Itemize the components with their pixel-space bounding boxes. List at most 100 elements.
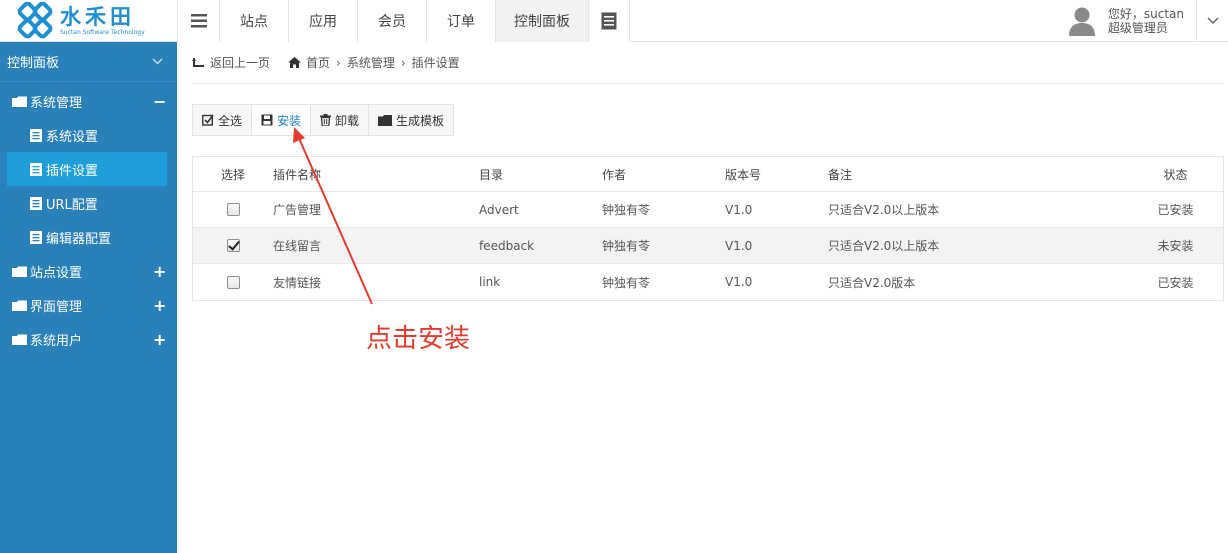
uninstall-button[interactable]: 卸载 <box>311 105 370 135</box>
logo-subtitle: Suctan Software Technology <box>60 29 145 36</box>
sidebar-group-label: 界面管理 <box>30 299 83 315</box>
logo-mark-icon <box>17 2 53 39</box>
plugin-status: 已安装 <box>1157 203 1194 217</box>
sidebar-group-site[interactable]: 站点设置 + <box>0 254 177 288</box>
col-header-status: 状态 <box>1163 167 1188 182</box>
main-content: 返回上一页 首页 › 系统管理 › 插件设置 全选 安装 卸载 生成模板 选择 <box>177 42 1228 553</box>
plugin-name: 在线留言 <box>273 239 322 253</box>
sidebar-group-system[interactable]: 系统管理 − <box>0 84 177 118</box>
top-nav: 站点 应用 会员 订单 控制面板 <box>177 0 630 42</box>
annotation-text: 点击安装 <box>366 324 471 354</box>
top-header: 水禾田 Suctan Software Technology 站点 应用 会员 … <box>0 0 1228 42</box>
row-checkbox[interactable] <box>226 203 240 216</box>
col-header-version: 版本号 <box>725 167 762 182</box>
col-header-dir: 目录 <box>479 167 504 182</box>
nav-tab-apps[interactable]: 应用 <box>288 0 357 42</box>
plugin-note: 只适合V2.0以上版本 <box>828 203 940 217</box>
list-icon <box>601 12 617 30</box>
sidebar-item-system-settings[interactable]: 系统设置 <box>0 118 177 152</box>
user-dropdown-button[interactable] <box>1196 0 1228 42</box>
col-header-author: 作者 <box>602 167 627 182</box>
sidebar-item-label: URL配置 <box>46 197 98 213</box>
folder-icon <box>12 96 27 107</box>
generate-template-button[interactable]: 生成模板 <box>369 105 453 135</box>
install-label: 安装 <box>277 113 302 128</box>
user-avatar-icon <box>1068 7 1095 36</box>
nav-tab-orders[interactable]: 订单 <box>426 0 495 42</box>
expand-icon: + <box>153 329 167 349</box>
col-header-note: 备注 <box>828 167 853 182</box>
plugin-note: 只适合V2.0版本 <box>828 275 916 290</box>
generate-template-label: 生成模板 <box>396 113 445 128</box>
plugin-name: 广告管理 <box>273 203 322 217</box>
nav-tab-control-panel[interactable]: 控制面板 <box>495 0 588 42</box>
checkbox-icon <box>202 114 214 126</box>
plugin-name: 友情链接 <box>273 275 322 290</box>
sidebar-item-label: 系统设置 <box>46 129 99 145</box>
table-header-row: 选择 插件名称 目录 作者 版本号 备注 状态 <box>193 157 1223 192</box>
nav-list-button[interactable] <box>588 0 630 42</box>
plugin-author: 钟独有苓 <box>602 275 651 290</box>
user-role: 超级管理员 <box>1107 21 1168 35</box>
back-link[interactable]: 返回上一页 <box>192 54 270 71</box>
plugin-note: 只适合V2.0以上版本 <box>828 239 940 253</box>
table-row[interactable]: 友情链接 link 钟独有苓 V1.0 只适合V2.0版本 已安装 <box>193 264 1223 300</box>
sidebar-item-editor-config[interactable]: 编辑器配置 <box>0 220 177 254</box>
select-all-label: 全选 <box>218 113 243 128</box>
breadcrumb-system[interactable]: 系统管理 <box>347 54 395 71</box>
breadcrumb-home[interactable]: 首页 <box>288 54 330 71</box>
logo-title: 水禾田 <box>60 5 135 29</box>
table-row[interactable]: 在线留言 feedback 钟独有苓 V1.0 只适合V2.0以上版本 未安装 <box>193 228 1223 264</box>
folder-icon <box>12 334 27 345</box>
table-row[interactable]: 广告管理 Advert 钟独有苓 V1.0 只适合V2.0以上版本 已安装 <box>193 192 1223 228</box>
expand-icon: + <box>153 261 167 281</box>
row-checkbox[interactable] <box>226 239 240 252</box>
col-header-name: 插件名称 <box>273 167 322 182</box>
plugin-table: 选择 插件名称 目录 作者 版本号 备注 状态 广告管理 Advert 钟独有苓… <box>192 156 1224 301</box>
menu-toggle-button[interactable] <box>177 0 219 42</box>
plugin-dir: Advert <box>479 202 519 217</box>
sidebar-item-url-config[interactable]: URL配置 <box>0 186 177 220</box>
select-all-button[interactable]: 全选 <box>193 105 253 135</box>
breadcrumb-separator: › <box>336 55 341 70</box>
user-greeting: 您好，suctan <box>1107 7 1184 21</box>
document-icon <box>30 162 42 176</box>
return-icon <box>192 57 204 67</box>
folder-icon <box>12 300 27 311</box>
breadcrumb: 返回上一页 首页 › 系统管理 › 插件设置 <box>192 42 1223 84</box>
document-icon <box>30 128 42 142</box>
breadcrumb-label: 首页 <box>306 56 331 70</box>
plugin-status: 未安装 <box>1157 239 1194 253</box>
uninstall-label: 卸载 <box>335 113 360 128</box>
breadcrumb-current: 插件设置 <box>411 56 460 70</box>
plugin-dir: link <box>479 275 501 289</box>
sidebar-group-users[interactable]: 系统用户 + <box>0 322 177 356</box>
plugin-status: 已安装 <box>1157 275 1194 290</box>
sidebar-item-plugin-settings[interactable]: 插件设置 <box>7 152 167 186</box>
install-button[interactable]: 安装 <box>252 105 312 135</box>
document-icon <box>30 230 42 244</box>
chevron-down-icon <box>152 58 163 65</box>
sidebar: 控制面板 系统管理 − 系统设置 插件设置 URL配置 编辑器配置 站点设置 + <box>0 42 177 553</box>
expand-icon: + <box>153 295 167 315</box>
chevron-down-icon <box>1206 17 1219 25</box>
trash-icon <box>320 114 332 126</box>
sidebar-group-interface[interactable]: 界面管理 + <box>0 288 177 322</box>
plugin-version: V1.0 <box>725 202 753 217</box>
row-checkbox[interactable] <box>226 275 240 289</box>
hamburger-icon <box>190 14 207 28</box>
sidebar-group-label: 系统管理 <box>30 95 83 111</box>
plugin-dir: feedback <box>479 238 535 253</box>
user-menu[interactable]: 您好，suctan 超级管理员 <box>1068 0 1228 42</box>
collapse-icon: − <box>153 91 167 111</box>
nav-tab-members[interactable]: 会员 <box>357 0 426 42</box>
back-link-label: 返回上一页 <box>210 56 271 70</box>
sidebar-group-label: 系统用户 <box>30 333 83 349</box>
sidebar-header[interactable]: 控制面板 <box>0 42 177 82</box>
sidebar-item-label: 编辑器配置 <box>46 231 112 247</box>
col-header-select: 选择 <box>220 167 245 182</box>
logo[interactable]: 水禾田 Suctan Software Technology <box>0 0 177 42</box>
plugin-version: V1.0 <box>725 238 753 253</box>
nav-tab-site[interactable]: 站点 <box>219 0 288 42</box>
sidebar-item-label: 插件设置 <box>46 163 99 179</box>
